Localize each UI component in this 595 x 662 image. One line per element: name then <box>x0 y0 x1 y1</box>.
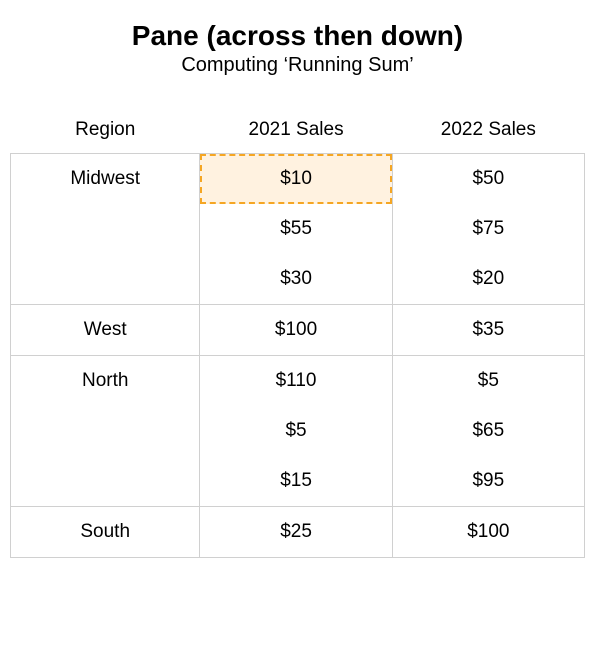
cell-2021-sales: $10 <box>200 154 392 205</box>
cell-region: Midwest <box>11 154 200 305</box>
table-row: South$25$100 <box>11 507 585 558</box>
data-table: Region 2021 Sales 2022 Sales Midwest$10$… <box>10 107 585 558</box>
highlighted-cell: $10 <box>200 154 391 204</box>
cell-2021-sales: $25 <box>200 507 392 558</box>
cell-2022-sales: $100 <box>392 507 584 558</box>
cell-2022-sales: $95 <box>392 456 584 507</box>
table-row: Midwest$10$50 <box>11 154 585 205</box>
data-table-container: Region 2021 Sales 2022 Sales Midwest$10$… <box>10 107 585 558</box>
cell-2021-sales: $100 <box>200 305 392 356</box>
cell-2022-sales: $20 <box>392 254 584 305</box>
cell-2022-sales: $50 <box>392 154 584 205</box>
cell-region: South <box>11 507 200 558</box>
cell-2021-sales: $55 <box>200 204 392 254</box>
table-row: North$110$5 <box>11 356 585 407</box>
header-region: Region <box>11 107 200 154</box>
cell-2021-sales: $5 <box>200 406 392 456</box>
cell-region: West <box>11 305 200 356</box>
page-title: Pane (across then down) <box>10 20 585 52</box>
page-subtitle: Computing ‘Running Sum’ <box>10 54 585 77</box>
header-2022-sales: 2022 Sales <box>392 107 584 154</box>
cell-2022-sales: $35 <box>392 305 584 356</box>
cell-2021-sales: $30 <box>200 254 392 305</box>
cell-2022-sales: $65 <box>392 406 584 456</box>
table-row: West$100$35 <box>11 305 585 356</box>
table-header-row: Region 2021 Sales 2022 Sales <box>11 107 585 154</box>
cell-2021-sales: $110 <box>200 356 392 407</box>
header-2021-sales: 2021 Sales <box>200 107 392 154</box>
cell-2021-sales: $15 <box>200 456 392 507</box>
cell-region: North <box>11 356 200 507</box>
cell-2022-sales: $75 <box>392 204 584 254</box>
cell-2022-sales: $5 <box>392 356 584 407</box>
